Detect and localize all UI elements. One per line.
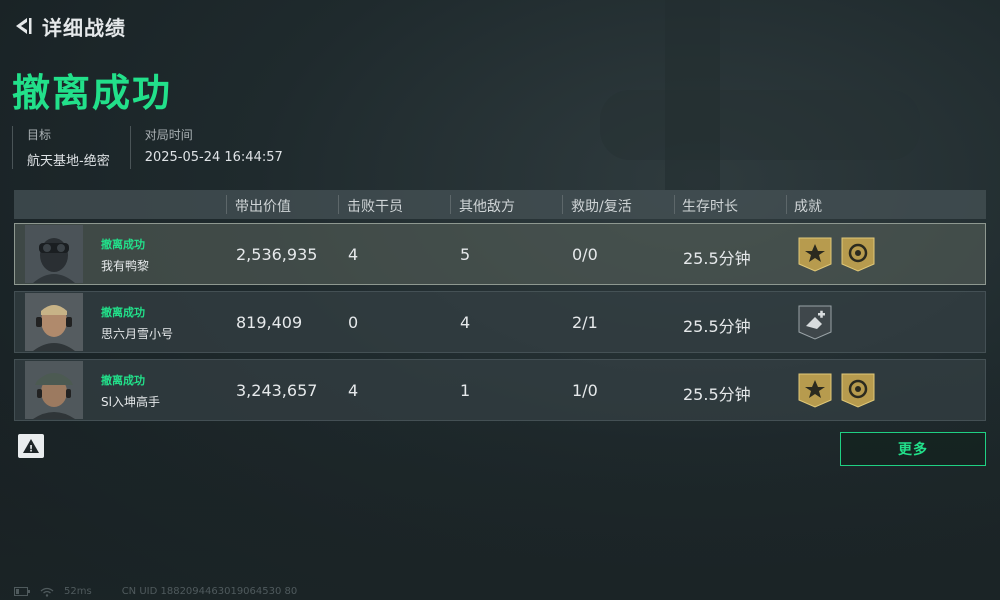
table-header: 带出价值 击败干员 其他敌方 救助/复活 生存时长 成就 bbox=[14, 190, 986, 219]
cell-survival: 25.5分钟 bbox=[683, 249, 751, 268]
cap-operator-avatar-icon bbox=[25, 361, 83, 419]
cell-kills: 0 bbox=[348, 313, 359, 332]
match-meta: 目标 航天基地-绝密 对局时间 2025-05-24 16:44:57 bbox=[12, 126, 303, 169]
back-button[interactable]: 详细战绩 bbox=[12, 12, 126, 40]
cell-assist: 1/0 bbox=[572, 381, 598, 400]
column-header-kills: 击败干员 bbox=[347, 199, 403, 215]
row-status: 撤离成功 bbox=[101, 306, 145, 319]
silver-medic-badge-icon[interactable] bbox=[797, 304, 833, 340]
target-label: 目标 bbox=[27, 128, 52, 142]
time-label: 对局时间 bbox=[144, 128, 193, 142]
more-button[interactable]: 更多 bbox=[840, 432, 986, 466]
table-row[interactable]: 撤离成功 思六月雪小号 819,409 0 4 2/1 25.5分钟 bbox=[14, 291, 986, 353]
avatar bbox=[25, 293, 83, 351]
status-footer: 52ms CN UID 1882094463019064530 80 bbox=[14, 586, 297, 597]
target-block: 目标 航天基地-绝密 bbox=[12, 126, 110, 169]
time-value: 2025-05-24 16:44:57 bbox=[144, 150, 283, 165]
player-name: 我有鸭黎 bbox=[101, 259, 150, 273]
player-name: 思六月雪小号 bbox=[101, 327, 174, 341]
column-header-value: 带出价值 bbox=[235, 199, 291, 215]
page-title: 详细战绩 bbox=[42, 15, 126, 40]
cell-assist: 0/0 bbox=[572, 245, 598, 264]
column-header-assist: 救助/复活 bbox=[571, 199, 632, 215]
time-block: 对局时间 2025-05-24 16:44:57 bbox=[129, 126, 283, 169]
uid-text: CN UID 1882094463019064530 80 bbox=[121, 586, 298, 597]
cell-others: 1 bbox=[460, 381, 471, 400]
ping-value: 52ms bbox=[64, 586, 92, 597]
wifi-icon bbox=[40, 587, 54, 597]
player-name: Sl入坤高手 bbox=[101, 395, 160, 409]
headset-operator-avatar-icon bbox=[25, 293, 83, 351]
gold-emblem-badge-icon[interactable] bbox=[840, 372, 876, 408]
column-header-others: 其他敌方 bbox=[459, 199, 515, 215]
gold-star-badge-icon[interactable] bbox=[797, 372, 833, 408]
alert-triangle-icon: ! bbox=[23, 439, 39, 455]
target-value: 航天基地-绝密 bbox=[27, 154, 110, 169]
table-row[interactable]: 撤离成功 Sl入坤高手 3,243,657 4 1 1/0 25.5分钟 bbox=[14, 359, 986, 421]
column-header-achievements: 成就 bbox=[794, 199, 822, 215]
helmet-operator-avatar-icon bbox=[25, 225, 83, 283]
gold-emblem-badge-icon[interactable] bbox=[840, 236, 876, 272]
cell-assist: 2/1 bbox=[572, 313, 598, 332]
column-header-survival: 生存时长 bbox=[682, 199, 738, 215]
table-row[interactable]: 撤离成功 我有鸭黎 2,536,935 4 5 0/0 25.5分钟 bbox=[14, 223, 986, 285]
row-status: 撤离成功 bbox=[101, 374, 145, 387]
cell-value: 3,243,657 bbox=[236, 381, 318, 400]
cell-value: 819,409 bbox=[236, 313, 303, 332]
row-status: 撤离成功 bbox=[101, 238, 145, 251]
cell-survival: 25.5分钟 bbox=[683, 317, 751, 336]
cell-others: 4 bbox=[460, 313, 471, 332]
avatar bbox=[25, 361, 83, 419]
battery-icon bbox=[14, 587, 30, 596]
cell-kills: 4 bbox=[348, 381, 359, 400]
avatar bbox=[25, 225, 83, 283]
cell-kills: 4 bbox=[348, 245, 359, 264]
stats-table: 带出价值 击败干员 其他敌方 救助/复活 生存时长 成就 撤离成功 我有鸭黎 2… bbox=[14, 190, 986, 421]
cell-others: 5 bbox=[460, 245, 471, 264]
back-arrow-icon bbox=[16, 18, 32, 34]
warning-icon[interactable]: ! bbox=[18, 434, 44, 458]
gold-star-badge-icon[interactable] bbox=[797, 236, 833, 272]
cell-survival: 25.5分钟 bbox=[683, 385, 751, 404]
cell-value: 2,536,935 bbox=[236, 245, 318, 264]
svg-text:!: ! bbox=[29, 445, 33, 455]
result-title: 撤离成功 bbox=[12, 71, 173, 115]
